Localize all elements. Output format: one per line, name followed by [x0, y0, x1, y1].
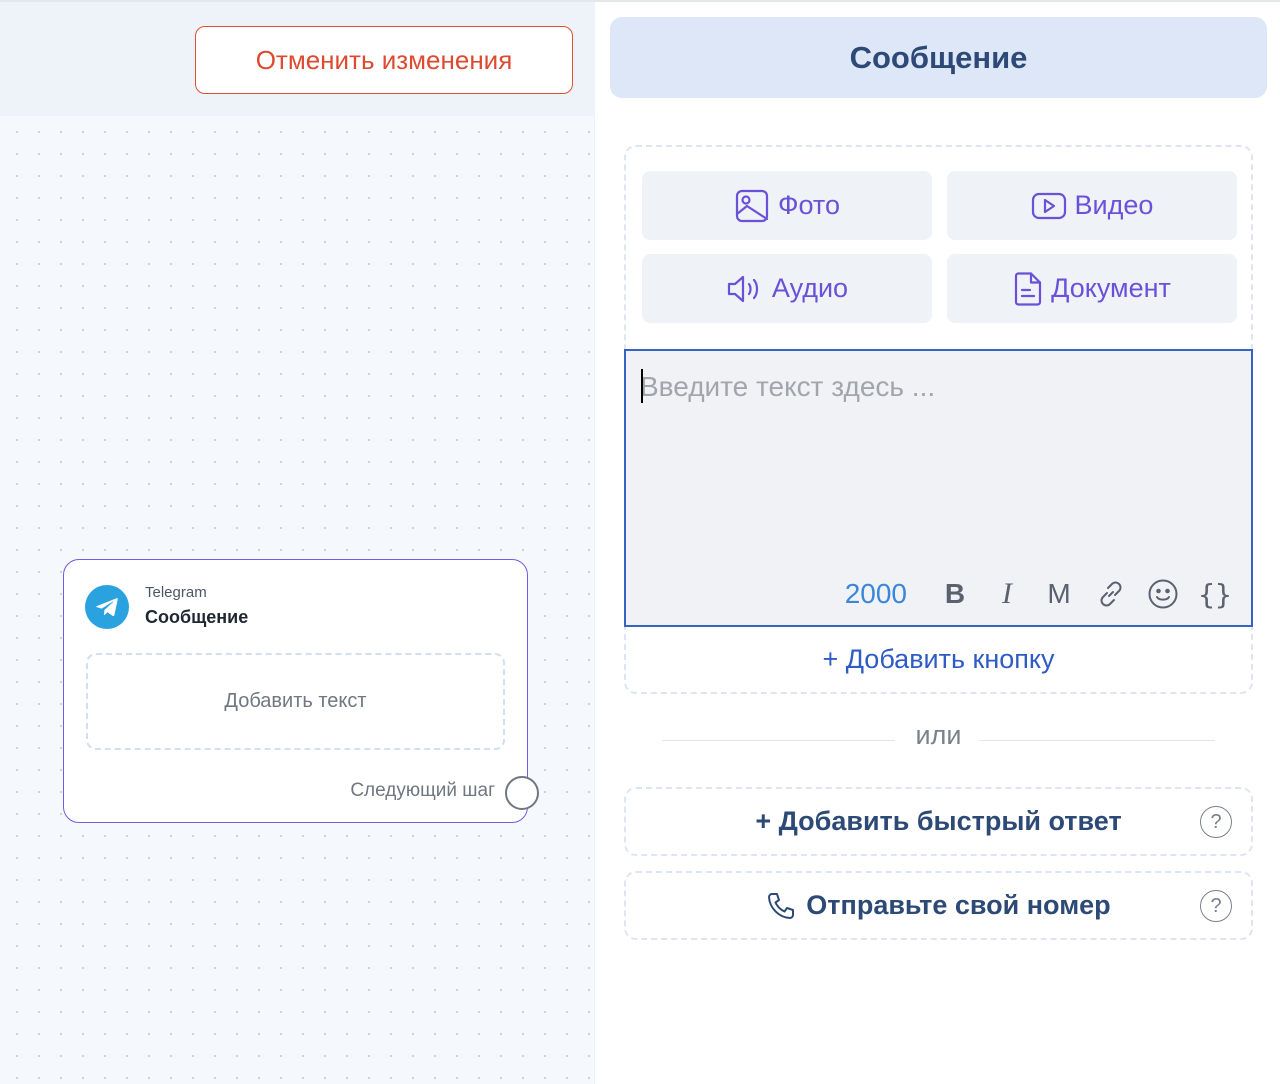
- document-icon: [1015, 271, 1042, 306]
- add-button-link[interactable]: + Добавить кнопку: [626, 644, 1251, 675]
- link-icon: [1100, 581, 1122, 607]
- smiley-icon: [1148, 579, 1178, 609]
- message-editor: Фото Видео Аудио Документ Введите текст …: [624, 145, 1253, 694]
- add-photo-button[interactable]: Фото: [642, 171, 932, 240]
- send-phone-help-icon[interactable]: ?: [1200, 890, 1232, 922]
- message-text-area[interactable]: 2000 B I M: [624, 349, 1253, 627]
- or-label: или: [915, 720, 962, 750]
- add-document-button[interactable]: Документ: [947, 254, 1237, 323]
- emoji-button[interactable]: [1137, 575, 1189, 613]
- panel-title: Сообщение: [610, 17, 1267, 98]
- node-title: Сообщение: [145, 607, 249, 627]
- cancel-changes-button[interactable]: Отменить изменения: [195, 26, 573, 94]
- phone-icon: [768, 892, 795, 919]
- add-video-button[interactable]: Видео: [947, 171, 1237, 240]
- message-text-input[interactable]: [640, 367, 1230, 407]
- add-quick-reply-label: + Добавить быстрый ответ: [755, 806, 1122, 836]
- add-photo-label: Фото: [777, 190, 841, 220]
- char-count: 2000: [844, 578, 907, 609]
- node-channel-label: Telegram: [145, 584, 207, 601]
- node-add-text-button[interactable]: Добавить текст: [86, 653, 505, 750]
- add-audio-label: Аудио: [771, 273, 849, 303]
- message-node[interactable]: Telegram Сообщение Добавить текст Следую…: [63, 559, 539, 823]
- image-icon: [735, 189, 769, 222]
- text-caret: [641, 369, 643, 403]
- or-divider: или: [662, 720, 1215, 760]
- format-toolbar: 2000 B I M {}: [845, 575, 1241, 613]
- flow-canvas[interactable]: Отменить изменения Telegram Сообщение До…: [0, 2, 595, 1084]
- add-video-label: Видео: [1074, 190, 1154, 220]
- divider-line-right: [979, 740, 1215, 741]
- add-audio-button[interactable]: Аудио: [642, 254, 932, 323]
- speaker-icon: [727, 275, 759, 302]
- send-phone-button[interactable]: Отправьте свой номер ?: [624, 871, 1253, 940]
- add-quick-reply-button[interactable]: + Добавить быстрый ответ ?: [624, 787, 1253, 856]
- add-document-label: Документ: [1051, 273, 1171, 303]
- link-button[interactable]: [1085, 575, 1137, 613]
- next-step-port[interactable]: [505, 776, 539, 810]
- telegram-icon: [85, 585, 129, 629]
- message-settings-panel: Сообщение Фото Видео Аудио Документ Введ…: [596, 2, 1280, 1084]
- variables-button[interactable]: {}: [1189, 575, 1241, 613]
- video-icon: [1031, 192, 1066, 219]
- bold-button[interactable]: B: [929, 575, 981, 613]
- quick-reply-help-icon[interactable]: ?: [1200, 806, 1232, 838]
- next-step-label: Следующий шаг: [350, 780, 495, 801]
- send-phone-label: Отправьте свой номер: [806, 890, 1111, 920]
- monospace-button[interactable]: M: [1033, 575, 1085, 613]
- italic-button[interactable]: I: [981, 575, 1033, 613]
